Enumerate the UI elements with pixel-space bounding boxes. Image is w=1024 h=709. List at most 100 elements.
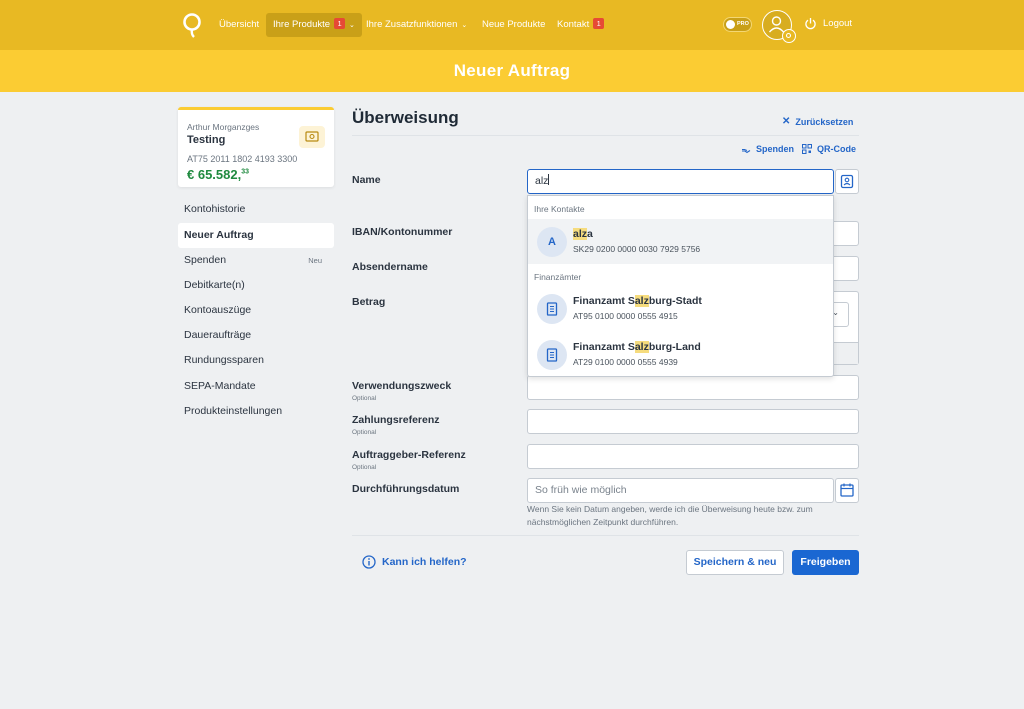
name-input-value: alz xyxy=(535,175,549,187)
divider xyxy=(352,535,859,536)
qr-code-button[interactable]: QR-Code xyxy=(802,144,856,154)
sidebar-item-statements[interactable]: Kontoauszüge xyxy=(178,298,334,323)
sidebar-item-account-history[interactable]: Kontohistorie xyxy=(178,197,334,222)
nav-products[interactable]: Ihre Produkte 1 ⌄ xyxy=(266,13,362,37)
new-badge: Neu xyxy=(308,256,322,265)
tax-offices-heading: Finanzämter xyxy=(534,272,582,282)
bank-logo-icon[interactable] xyxy=(182,12,202,38)
execution-date-label: Durchführungsdatum xyxy=(352,483,460,495)
sidebar-item-label: Neuer Auftrag xyxy=(184,229,254,241)
iban-label: IBAN/Kontonummer xyxy=(352,226,453,238)
sidebar-item-label: Kontohistorie xyxy=(184,203,246,215)
name-suffix: burg-Land xyxy=(648,341,701,353)
nav-products-badge: 1 xyxy=(334,18,346,29)
purpose-optional: Optional xyxy=(352,395,377,402)
nav-contact[interactable]: Kontakt 1 xyxy=(550,13,611,37)
sidebar-item-label: Rundungssparen xyxy=(184,354,264,366)
execution-date-hint: Wenn Sie kein Datum angeben, werde ich d… xyxy=(527,504,813,527)
account-name: Testing xyxy=(187,134,226,146)
toggle-knob xyxy=(726,20,735,29)
name-match-highlight: alz xyxy=(634,295,649,307)
name-autocomplete-dropdown: Ihre Kontakte A alza SK29 0200 0000 0030… xyxy=(527,195,834,377)
qr-code-label: QR-Code xyxy=(817,144,856,154)
power-icon xyxy=(805,18,816,30)
nav-extra-functions[interactable]: Ihre Zusatzfunktionen ⌄ xyxy=(359,13,474,37)
name-input[interactable]: alz xyxy=(527,169,834,194)
gear-icon xyxy=(785,32,792,39)
submit-button[interactable]: Freigeben xyxy=(792,550,859,575)
hand-heart-icon xyxy=(742,148,751,153)
purpose-field[interactable] xyxy=(527,375,859,400)
balance-main: € 65.582, xyxy=(187,167,242,182)
contact-initial-avatar: A xyxy=(537,227,567,257)
suggestion-tax-office[interactable]: Finanzamt Salzburg-Land AT29 0100 0000 0… xyxy=(528,332,833,377)
suggestion-tax-office[interactable]: Finanzamt Salzburg-Stadt AT95 0100 0000 … xyxy=(528,286,833,331)
page-title: Neuer Auftrag xyxy=(453,61,571,80)
pro-toggle[interactable]: PRO xyxy=(723,17,752,32)
suggestion-iban: AT95 0100 0000 0555 4915 xyxy=(573,311,678,321)
help-link[interactable]: Kann ich helfen? xyxy=(362,555,467,569)
contacts-button[interactable] xyxy=(835,169,859,194)
nav-new-products-label: Neue Produkte xyxy=(482,19,546,30)
suggestion-contact[interactable]: A alza SK29 0200 0000 0030 7929 5756 xyxy=(528,219,833,264)
building-icon xyxy=(537,294,567,324)
logout-button[interactable]: Logout xyxy=(804,17,852,30)
sidebar-item-label: SEPA-Mandate xyxy=(184,380,256,392)
info-icon xyxy=(362,555,376,569)
calendar-button[interactable] xyxy=(835,478,859,503)
save-and-new-button[interactable]: Speichern & neu xyxy=(686,550,784,575)
logout-label: Logout xyxy=(823,18,853,29)
top-navigation: Übersicht Ihre Produkte 1 ⌄ Ihre Zusatzfun… xyxy=(0,0,1024,50)
nav-new-products[interactable]: Neue Produkte xyxy=(475,13,552,37)
sidebar-item-sepa-mandates[interactable]: SEPA-Mandate xyxy=(178,374,334,399)
sidebar-item-product-settings[interactable]: Produkteinstellungen xyxy=(178,399,334,424)
suggestion-iban: SK29 0200 0000 0030 7929 5756 xyxy=(573,244,701,254)
nav-overview[interactable]: Übersicht xyxy=(212,13,266,37)
payment-reference-optional: Optional xyxy=(352,429,377,436)
donate-button[interactable]: Spenden xyxy=(741,144,794,154)
sender-name-label: Absendername xyxy=(352,261,428,273)
sidebar-item-label: Debitkarte(n) xyxy=(184,279,245,291)
account-card[interactable]: Arthur Morganzges Testing AT75 2011 1802… xyxy=(178,107,334,187)
account-owner: Arthur Morganzges xyxy=(187,122,260,132)
reset-label: Zurücksetzen xyxy=(795,116,854,127)
sidebar-item-new-order[interactable]: Neuer Auftrag xyxy=(178,223,334,248)
name-prefix: Finanzamt S xyxy=(573,295,635,307)
name-label: Name xyxy=(352,174,381,186)
suggestion-name: alza xyxy=(573,228,593,240)
page-banner: Neuer Auftrag xyxy=(0,50,1024,92)
sidebar-item-donations[interactable]: Spenden Neu xyxy=(178,248,334,273)
banknote-icon xyxy=(305,131,319,142)
sidebar-item-standing-orders[interactable]: Daueraufträge xyxy=(178,323,334,348)
name-suffix: a xyxy=(587,228,593,240)
payment-reference-field[interactable] xyxy=(527,409,859,434)
avatar-settings-badge[interactable] xyxy=(782,29,796,43)
form-title: Überweisung xyxy=(352,108,459,127)
close-icon: ✕ xyxy=(782,116,791,127)
purpose-label: Verwendungszweck xyxy=(352,380,452,392)
contacts-heading: Ihre Kontakte xyxy=(534,204,585,214)
donate-label: Spenden xyxy=(756,144,795,154)
sidebar-item-label: Daueraufträge xyxy=(184,329,252,341)
sidebar-item-round-up-saving[interactable]: Rundungssparen xyxy=(178,348,334,373)
client-reference-optional: Optional xyxy=(352,464,377,471)
client-reference-field[interactable] xyxy=(527,444,859,469)
text-caret xyxy=(548,174,550,185)
calendar-icon xyxy=(840,483,854,497)
reset-button[interactable]: ✕ Zurücksetzen xyxy=(782,116,853,127)
address-book-icon xyxy=(840,174,854,189)
suggestion-name: Finanzamt Salzburg-Stadt xyxy=(573,295,702,307)
execution-date-input[interactable]: So früh wie möglich xyxy=(527,478,834,503)
nav-contact-label: Kontakt xyxy=(557,19,590,30)
building-icon xyxy=(537,340,567,370)
sidebar-item-label: Spenden xyxy=(184,254,227,266)
account-balance: € 65.582,33 xyxy=(187,167,249,182)
name-match-highlight: alz xyxy=(573,228,588,240)
sidebar-item-debit-cards[interactable]: Debitkarte(n) xyxy=(178,273,334,298)
divider xyxy=(352,135,859,136)
account-card-icon[interactable] xyxy=(299,126,325,148)
nav-contact-badge: 1 xyxy=(593,18,605,29)
client-reference-label: Auftraggeber-Referenz xyxy=(352,449,466,461)
suggestion-iban: AT29 0100 0000 0555 4939 xyxy=(573,357,678,367)
account-iban: AT75 2011 1802 4193 3300 xyxy=(187,154,298,164)
